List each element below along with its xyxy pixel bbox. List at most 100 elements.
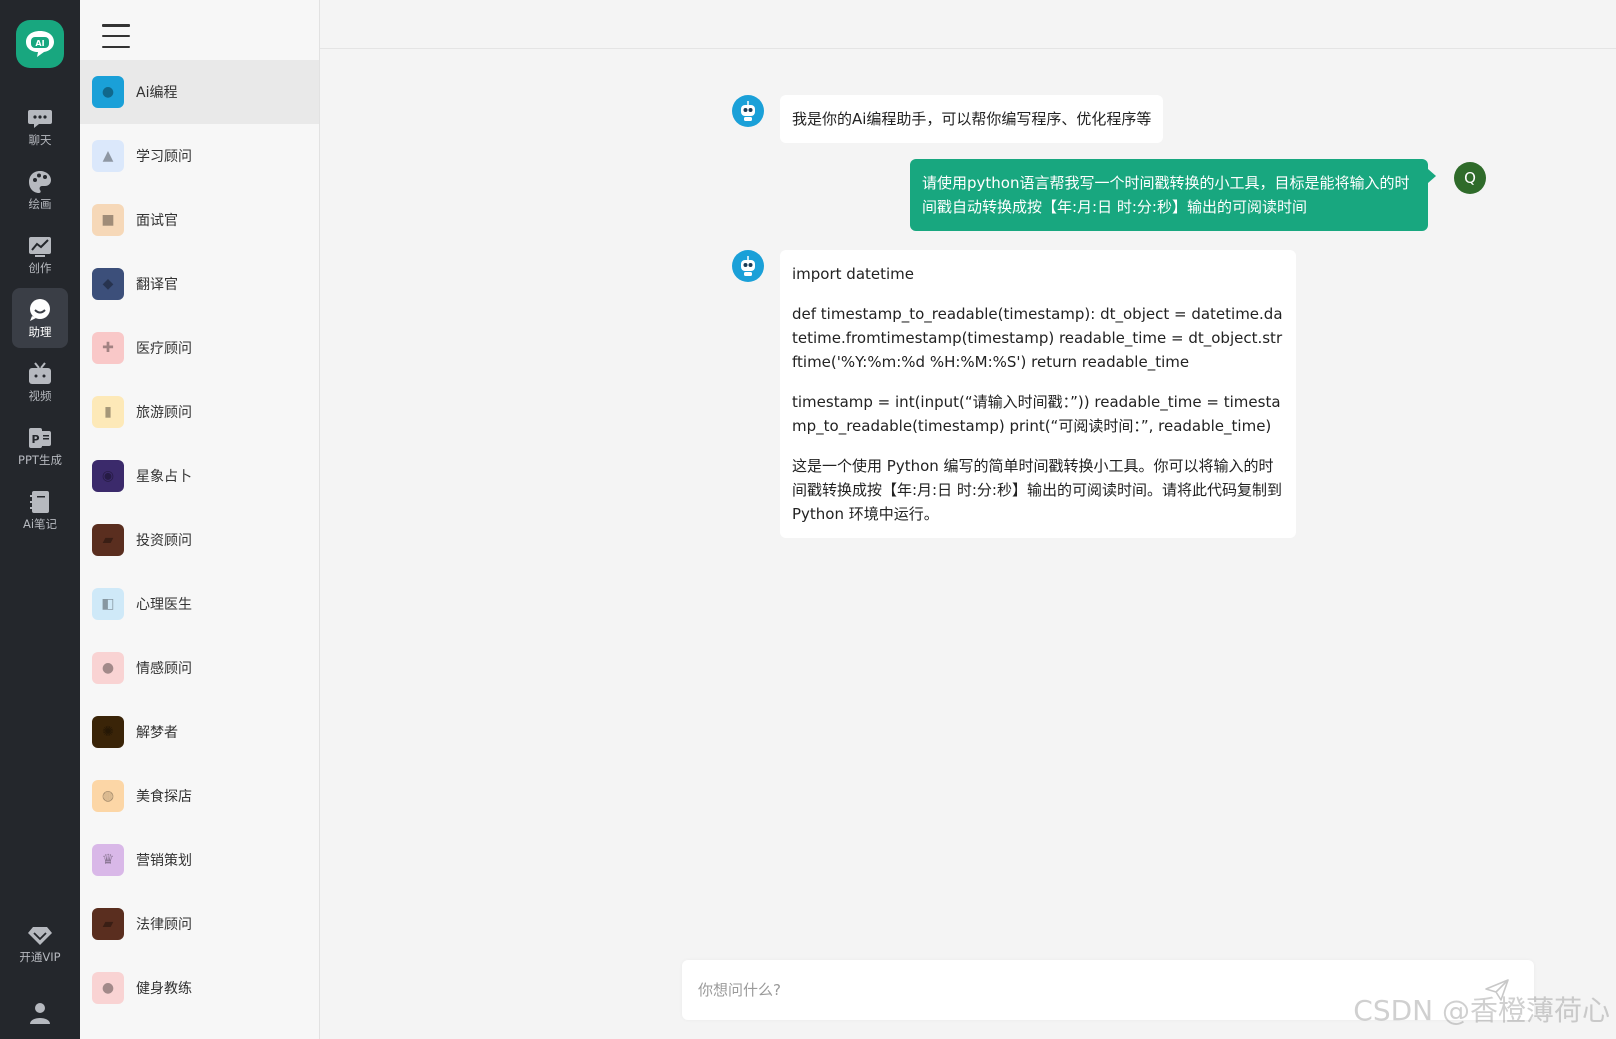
assistant-item[interactable]: ◆ 翻译官 — [80, 252, 319, 316]
message-composer — [682, 960, 1534, 1020]
assistant-name: 翻译官 — [136, 277, 178, 293]
assistant-avatar: ✺ — [92, 716, 124, 748]
user-avatar[interactable]: Q — [1454, 162, 1486, 194]
assistant-name: 情感顾问 — [136, 661, 192, 677]
robot-icon — [741, 256, 755, 276]
rail-item-assistant[interactable]: 助理 — [12, 288, 68, 348]
assistant-item[interactable]: ◧ 心理医生 — [80, 572, 319, 636]
app-window: AI 聊天 绘画 创作 助理 视频 P PPT生成 Ai笔记 开通VIP ● A… — [0, 0, 1616, 1039]
app-logo[interactable]: AI — [16, 20, 64, 68]
assistant-avatar-icon: ● — [101, 660, 115, 676]
assistant-item[interactable]: ✺ 解梦者 — [80, 700, 319, 764]
chat-header — [320, 0, 1616, 49]
chat-area: 我是你的Ai编程助手，可以帮你编写程序、优化程序等 请使用python语言帮我写… — [320, 0, 1616, 1039]
assistant-item[interactable]: ◉ 星象占卜 — [80, 444, 319, 508]
icon-rail: AI 聊天 绘画 创作 助理 视频 P PPT生成 Ai笔记 开通VIP — [0, 0, 80, 1039]
rail-item-painting[interactable]: 绘画 — [12, 160, 68, 220]
tv-icon — [29, 362, 51, 384]
rail-item-create[interactable]: 创作 — [12, 224, 68, 284]
bot-message-reply: import datetime def timestamp_to_readabl… — [732, 250, 1296, 538]
assistant-item[interactable]: ● 健身教练 — [80, 956, 319, 1020]
assistant-name: 星象占卜 — [136, 469, 192, 485]
notebook-icon — [30, 491, 49, 513]
rail-item-label: Ai笔记 — [22, 517, 58, 531]
rail-item-label: 创作 — [28, 261, 52, 275]
assistant-avatar-icon: ◍ — [101, 788, 115, 804]
assistant-item[interactable]: ■ 面试官 — [80, 188, 319, 252]
rail-item-label: 聊天 — [28, 133, 52, 147]
assistant-name: 营销策划 — [136, 853, 192, 869]
menu-toggle-button[interactable] — [102, 24, 130, 48]
user-bubble: 请使用python语言帮我写一个时间戳转换的小工具，目标是能将输入的时间戳自动转… — [910, 159, 1436, 231]
rail-item-vip[interactable]: 开通VIP — [12, 913, 68, 973]
assistant-item[interactable]: ▮ 旅游顾问 — [80, 380, 319, 444]
chart-icon — [29, 237, 51, 257]
assistant-item[interactable]: ● 情感顾问 — [80, 636, 319, 700]
assistant-avatar-icon: ● — [101, 84, 115, 100]
avatar-letter: Q — [1464, 169, 1476, 187]
assistant-item[interactable]: ✚ 医疗顾问 — [80, 316, 319, 380]
hamburger-icon — [102, 24, 130, 27]
rail-item-label: 助理 — [28, 325, 52, 339]
palette-icon — [29, 171, 51, 193]
assistant-avatar-icon: ◉ — [101, 468, 115, 484]
robot-icon — [741, 101, 755, 121]
assistant-avatar: ▮ — [92, 396, 124, 428]
svg-text:AI: AI — [35, 39, 44, 48]
assistant-name: 旅游顾问 — [136, 405, 192, 421]
assistant-panel: ● Ai编程 ▲ 学习顾问 ■ 面试官 ◆ 翻译官 ✚ 医疗顾问 ▮ 旅游顾问 ◉ 星象占卜 ▰ 投资顾问 ◧ 心… — [80, 0, 320, 1039]
assistant-item[interactable]: ● Ai编程 — [80, 60, 319, 124]
rail-item-video[interactable]: 视频 — [12, 352, 68, 412]
rail-item-profile[interactable] — [12, 1000, 68, 1039]
assistant-item[interactable]: ▲ 学习顾问 — [80, 124, 319, 188]
assistant-name: 美食探店 — [136, 789, 192, 805]
assistant-name: 医疗顾问 — [136, 341, 192, 357]
rail-item-notes[interactable]: Ai笔记 — [12, 480, 68, 540]
rail-item-label: PPT生成 — [18, 453, 62, 467]
send-icon[interactable] — [1484, 978, 1510, 1002]
assistant-name: 解梦者 — [136, 725, 178, 741]
assistant-name: 健身教练 — [136, 981, 192, 997]
message-text: 请使用python语言帮我写一个时间戳转换的小工具，目标是能将输入的时间戳自动转… — [922, 174, 1410, 216]
assistant-name: 面试官 — [136, 213, 178, 229]
diamond-icon — [28, 927, 52, 945]
assistant-avatar-icon: ● — [101, 980, 115, 996]
ppt-icon: P — [29, 428, 51, 448]
assistant-avatar-icon: ♛ — [101, 852, 115, 868]
assistant-icon — [30, 299, 50, 321]
assistant-name: 法律顾问 — [136, 917, 192, 933]
assistant-list: ● Ai编程 ▲ 学习顾问 ■ 面试官 ◆ 翻译官 ✚ 医疗顾问 ▮ 旅游顾问 ◉ 星象占卜 ▰ 投资顾问 ◧ 心… — [80, 60, 319, 1020]
assistant-item[interactable]: ♛ 营销策划 — [80, 828, 319, 892]
assistant-avatar-icon: ▲ — [102, 148, 114, 164]
assistant-item[interactable]: ◍ 美食探店 — [80, 764, 319, 828]
bot-avatar — [732, 95, 764, 127]
bot-bubble: 我是你的Ai编程助手，可以帮你编写程序、优化程序等 — [780, 95, 1164, 143]
assistant-avatar: ◉ — [92, 460, 124, 492]
rail-item-ppt[interactable]: P PPT生成 — [12, 416, 68, 476]
assistant-avatar: ▲ — [92, 140, 124, 172]
chat-icon — [28, 110, 52, 128]
message-paragraph: 这是一个使用 Python 编写的简单时间戳转换小工具。你可以将输入的时间戳转换… — [792, 457, 1282, 523]
assistant-name: 学习顾问 — [136, 149, 192, 165]
assistant-avatar-icon: ✺ — [102, 724, 114, 740]
message-paragraph: import datetime — [792, 265, 915, 283]
user-icon — [30, 1003, 50, 1024]
assistant-avatar: ● — [92, 972, 124, 1004]
rail-item-label: 绘画 — [28, 197, 52, 211]
assistant-item[interactable]: ▰ 投资顾问 — [80, 508, 319, 572]
message-input[interactable] — [698, 960, 1478, 1020]
hamburger-icon — [102, 34, 130, 38]
assistant-avatar-icon: ◧ — [101, 596, 115, 612]
assistant-avatar: ♛ — [92, 844, 124, 876]
rail-item-label: 开通VIP — [19, 950, 61, 964]
bot-bubble: import datetime def timestamp_to_readabl… — [780, 250, 1296, 538]
svg-text:P: P — [31, 433, 39, 446]
assistant-avatar: ▰ — [92, 524, 124, 556]
assistant-avatar: ● — [92, 76, 124, 108]
assistant-avatar: ◆ — [92, 268, 124, 300]
assistant-item[interactable]: ▰ 法律顾问 — [80, 892, 319, 956]
assistant-avatar-icon: ■ — [101, 212, 115, 228]
assistant-avatar-icon: ▰ — [102, 532, 114, 548]
rail-item-chat[interactable]: 聊天 — [12, 96, 68, 156]
bot-message-greeting: 我是你的Ai编程助手，可以帮你编写程序、优化程序等 — [732, 95, 1164, 143]
